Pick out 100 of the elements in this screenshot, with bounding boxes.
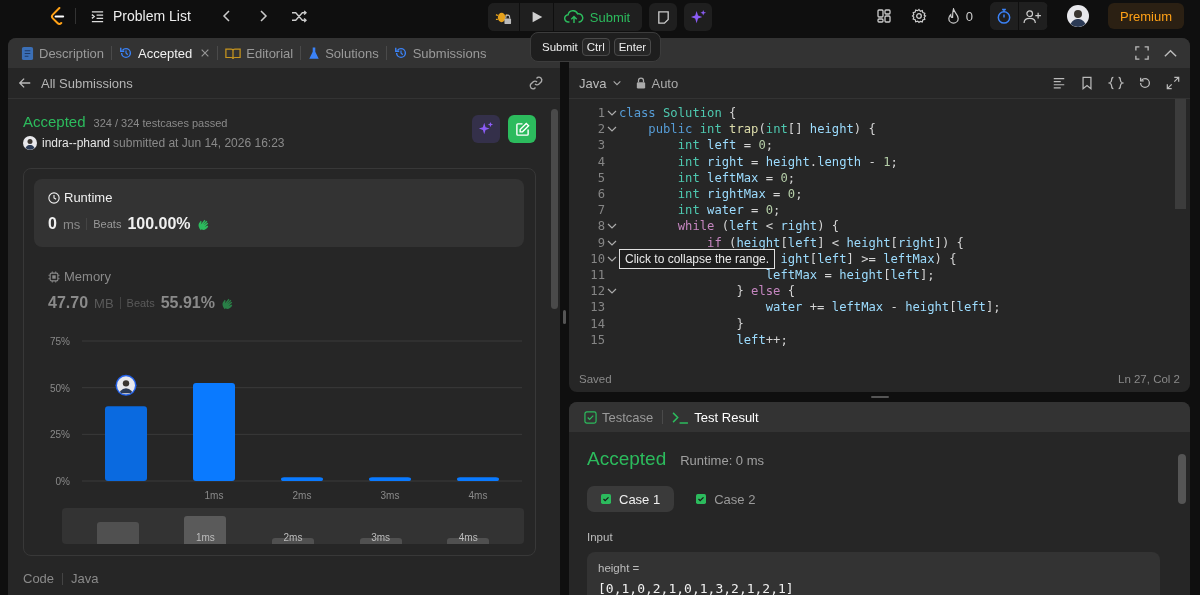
streak-count: 0 [965, 8, 973, 24]
arrow-left-icon [18, 76, 32, 90]
stat-title: Memory [64, 269, 111, 284]
line-number: 5 [596, 170, 605, 185]
settings-icon[interactable] [910, 8, 927, 24]
fold-chevron-icon[interactable] [607, 238, 617, 247]
line-number: 4 [596, 154, 605, 169]
sparkle-icon [689, 8, 707, 26]
runtime-card[interactable]: Runtime 0 ms Beats 100.00% [34, 179, 524, 247]
chip-icon [48, 270, 60, 283]
code-line: while (left < right) { [677, 219, 840, 234]
history-icon [393, 46, 408, 60]
code-line: int rightMax = 0; [677, 187, 803, 202]
panel-tab[interactable]: Test Result [667, 404, 764, 430]
problem-list-link[interactable]: Problem List [90, 8, 191, 24]
x-tick-label: 2ms [292, 490, 312, 501]
case-tab[interactable]: Case 2 [682, 486, 770, 512]
code-line: int water = 0; [677, 203, 781, 218]
flask-icon [308, 45, 321, 61]
case-tab[interactable]: Case 1 [587, 486, 675, 512]
code-line: leftMax = height[left]; [765, 267, 935, 282]
code-language: Java [71, 571, 99, 586]
result-status: Accepted [587, 448, 667, 470]
expand-icon[interactable] [1166, 76, 1180, 90]
panel-tab[interactable]: Editorial [220, 40, 299, 66]
range-overview[interactable]: 1ms 2ms 3ms 4ms [62, 508, 524, 544]
language-select[interactable]: Java [579, 75, 623, 91]
logo-icon[interactable] [50, 6, 65, 26]
fold-chevron-icon[interactable] [607, 222, 617, 231]
code-line: } [736, 316, 744, 331]
code-line: class Solution { [619, 106, 737, 121]
chevron-down-icon [612, 78, 623, 88]
stopwatch-icon [996, 7, 1012, 25]
tooltip-label: Submit [542, 41, 578, 53]
line-number: 8 [596, 219, 605, 234]
resize-handle[interactable] [870, 396, 889, 398]
flame-icon[interactable] [945, 7, 961, 25]
layout-icon[interactable] [875, 8, 892, 24]
panel-tab[interactable]: Testcase [579, 404, 659, 430]
fullscreen-icon[interactable] [1135, 46, 1149, 60]
code-line: if (height[left] < height[right]) { [707, 235, 964, 250]
param-value: [0,1,0,2,1,0,1,3,2,1,2,1] [598, 581, 795, 595]
close-icon[interactable] [200, 48, 211, 58]
overview-label: 2ms [283, 532, 303, 544]
code-line: int right = height.length - 1; [677, 154, 898, 169]
input-label: Input [587, 531, 614, 543]
line-number: 7 [596, 203, 605, 218]
result-runtime: Runtime: 0 ms [680, 453, 765, 468]
code-line: left++; [736, 332, 788, 347]
panel-tab[interactable]: Description [16, 40, 110, 66]
lock-icon [636, 77, 647, 89]
premium-button[interactable]: Premium [1108, 3, 1184, 29]
ai-button[interactable] [472, 115, 500, 143]
fold-chevron-icon[interactable] [607, 125, 617, 134]
add-user-icon [1023, 8, 1043, 24]
checkbox-icon [584, 410, 597, 424]
stat-unit: ms [62, 216, 81, 232]
note-icon [655, 9, 671, 25]
link-icon[interactable] [528, 75, 544, 91]
shuffle-icon[interactable] [290, 8, 308, 24]
param-name: height = [598, 562, 641, 574]
panel-tab[interactable]: Accepted [114, 40, 216, 66]
line-number: 10 [589, 251, 605, 266]
username-link[interactable]: indra--phand [42, 136, 111, 150]
edit-button[interactable] [508, 115, 536, 143]
overview-label: 4ms [458, 532, 478, 544]
panel-tab[interactable]: Submissions [388, 40, 492, 66]
resize-handle[interactable] [563, 309, 566, 324]
sparkle-button[interactable] [684, 3, 713, 31]
line-number: 12 [589, 284, 605, 299]
braces-icon[interactable] [1108, 76, 1124, 90]
cloud-upload-icon [563, 9, 584, 25]
beats-percent: 55.91% [160, 294, 215, 312]
submitted-date: submitted at Jun 14, 2026 16:23 [113, 136, 285, 150]
format-icon[interactable] [1052, 76, 1066, 90]
key-cap: Enter [613, 38, 652, 56]
x-tick-label: 4ms [468, 490, 488, 501]
line-number: 2 [596, 122, 605, 137]
document-icon [21, 45, 34, 61]
line-number: 6 [596, 187, 605, 202]
line-number: 11 [589, 267, 605, 282]
avatar[interactable] [1067, 5, 1089, 27]
code-line: int left = 0; [677, 138, 774, 153]
fold-chevron-icon[interactable] [607, 287, 617, 296]
all-submissions-link[interactable]: All Submissions [18, 75, 133, 91]
fold-chevron-icon[interactable] [607, 109, 617, 118]
note-button[interactable] [649, 3, 678, 31]
line-number: 1 [596, 106, 605, 121]
line-number: 13 [589, 300, 605, 315]
clock-icon [48, 191, 60, 204]
testcases-passed: 324 / 324 testcases passed [93, 117, 228, 129]
undo-icon[interactable] [1138, 76, 1152, 90]
bookmark-icon[interactable] [1080, 76, 1094, 90]
panel-tab[interactable]: Solutions [303, 40, 384, 66]
y-tick-label: 75% [50, 336, 70, 347]
line-number: 15 [589, 332, 605, 347]
fold-chevron-icon[interactable] [607, 254, 617, 263]
list-icon [90, 8, 105, 24]
cursor-position: Ln 27, Col 2 [1118, 372, 1180, 385]
submission-status: Accepted [23, 113, 86, 130]
